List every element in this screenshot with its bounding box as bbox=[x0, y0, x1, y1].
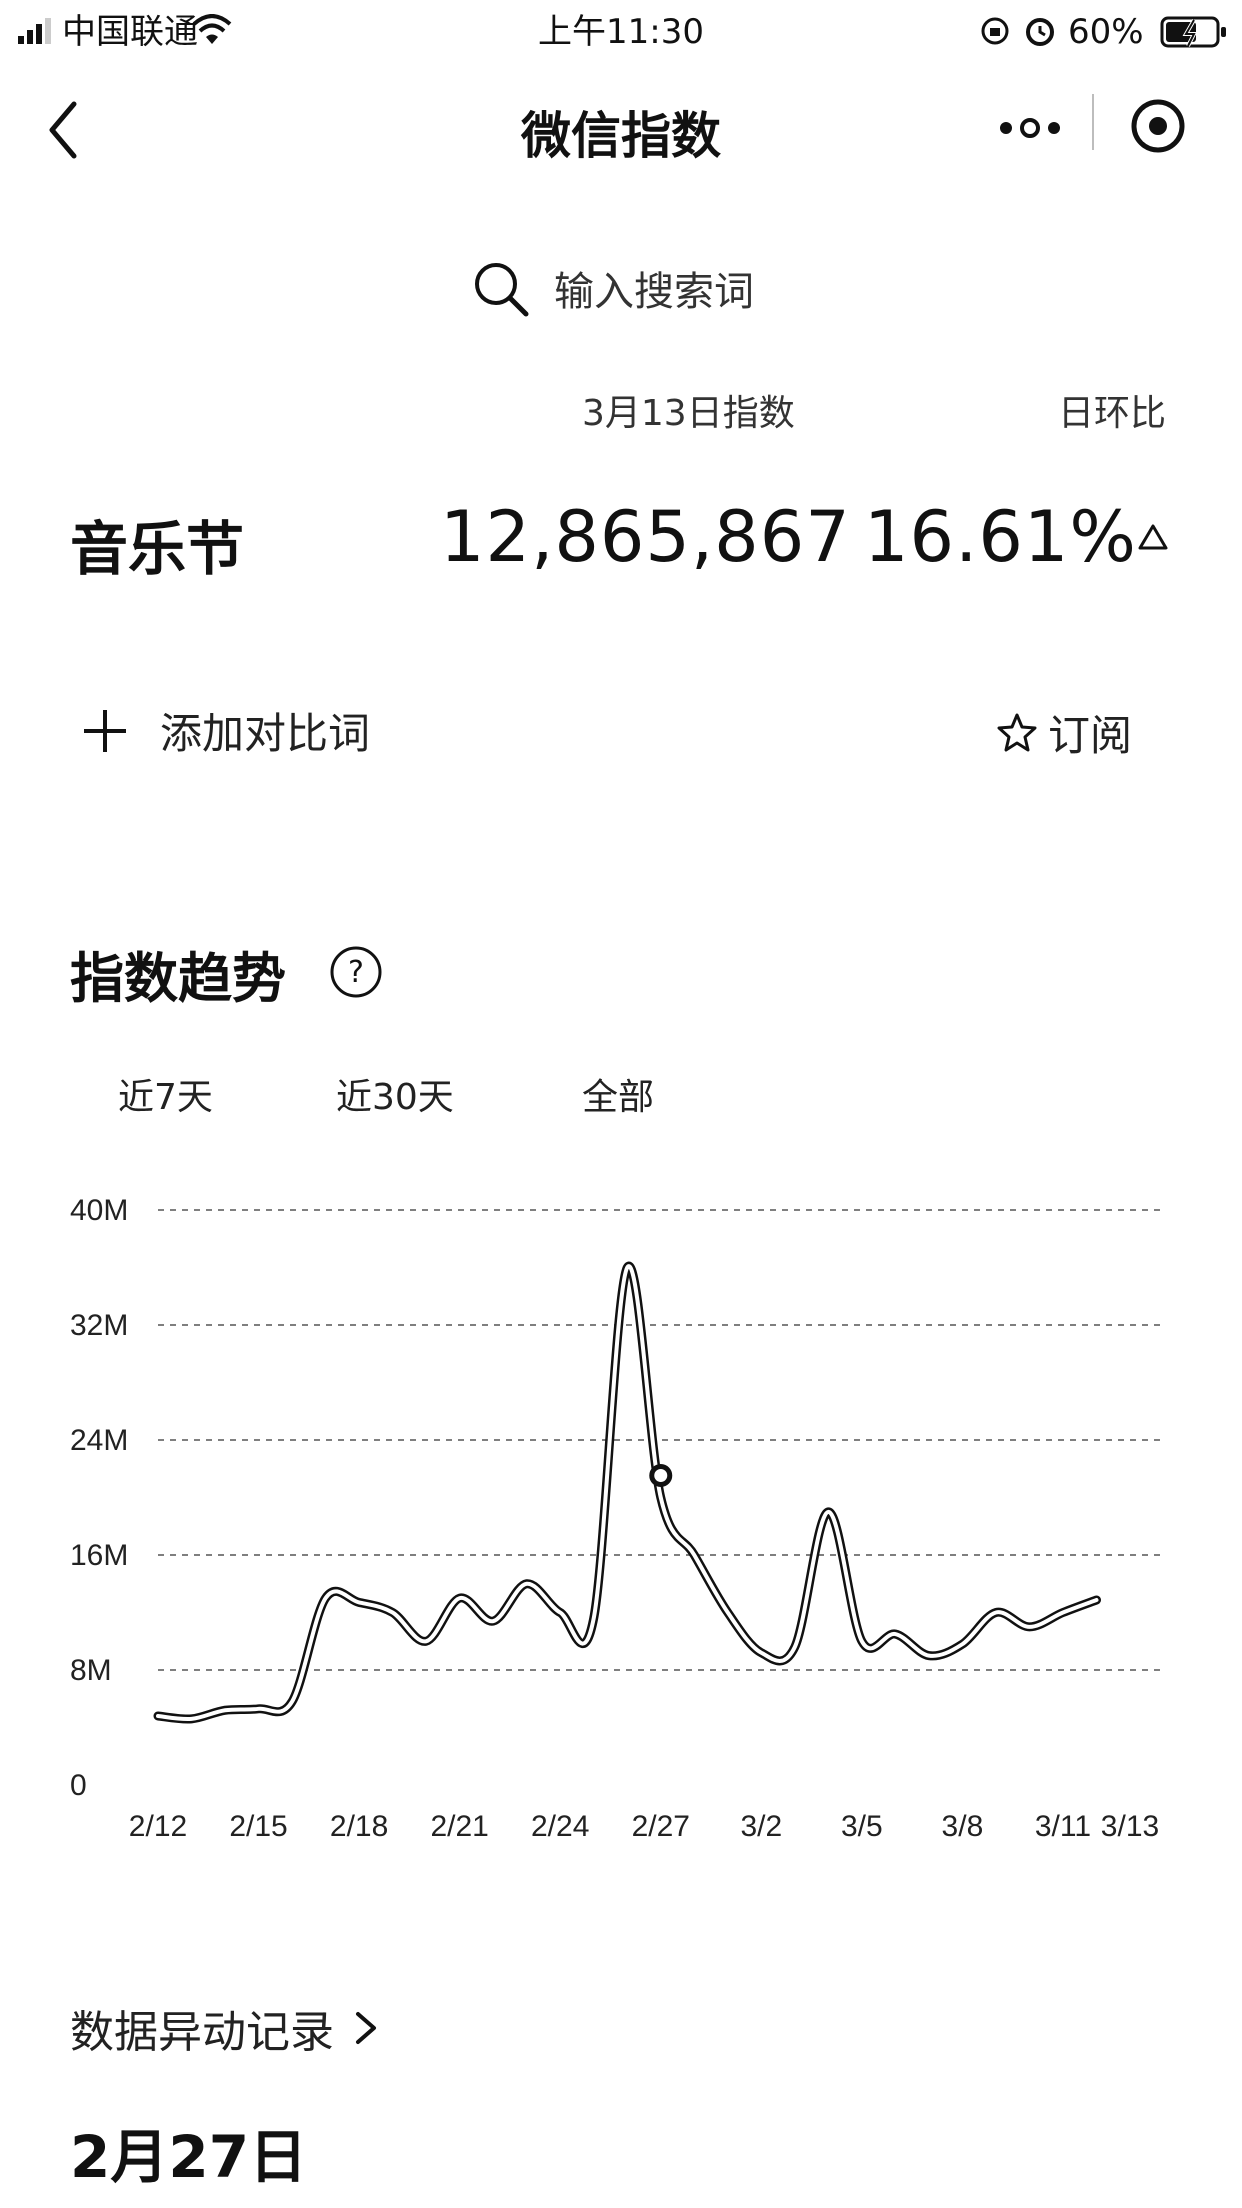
index-value: 12,865,867 bbox=[440, 496, 851, 578]
add-compare-label: 添加对比词 bbox=[160, 709, 371, 758]
data-point-3/8[interactable] bbox=[952, 1634, 972, 1654]
battery-charging-icon bbox=[1160, 16, 1226, 48]
data-point-2/12[interactable] bbox=[148, 1706, 168, 1726]
data-point-3/2[interactable] bbox=[751, 1643, 771, 1663]
trend-section-title: 指数趋势 bbox=[70, 947, 286, 1010]
y-tick-label: 32M bbox=[70, 1309, 128, 1342]
svg-text:?: ? bbox=[348, 955, 364, 990]
y-tick-label: 16M bbox=[70, 1539, 128, 1572]
more-options-icon[interactable] bbox=[996, 108, 1066, 148]
data-point-3/9[interactable] bbox=[986, 1603, 1006, 1623]
data-point-2/24[interactable] bbox=[550, 1603, 570, 1623]
x-tick-label: 3/13 bbox=[1101, 1810, 1159, 1843]
data-point-2/20[interactable] bbox=[416, 1631, 436, 1651]
data-point-3/6[interactable] bbox=[885, 1624, 905, 1644]
help-icon[interactable]: ? bbox=[328, 944, 384, 1000]
trend-up-triangle-icon bbox=[1138, 524, 1168, 550]
battery-percent: 60% bbox=[1068, 12, 1144, 52]
data-point-3/4[interactable] bbox=[818, 1502, 838, 1522]
data-point-3/12[interactable] bbox=[1086, 1590, 1106, 1610]
x-tick-label: 2/24 bbox=[531, 1810, 589, 1843]
search-placeholder: 输入搜索词 bbox=[554, 269, 754, 315]
search-icon bbox=[475, 263, 529, 317]
chevron-right-icon bbox=[356, 2012, 376, 2044]
data-point-2/17[interactable] bbox=[316, 1588, 336, 1608]
data-point-3/11[interactable] bbox=[1053, 1603, 1073, 1623]
daily-ratio-label: 日环比 bbox=[1058, 393, 1167, 434]
close-miniprogram-icon[interactable] bbox=[1128, 96, 1188, 156]
data-point-2/19[interactable] bbox=[383, 1603, 403, 1623]
y-tick-label: 0 bbox=[70, 1769, 87, 1802]
data-point-2/22[interactable] bbox=[483, 1611, 503, 1631]
tab-7-days[interactable]: 近7天 bbox=[118, 1068, 213, 1120]
data-point-2/26[interactable] bbox=[617, 1258, 637, 1278]
data-point-3/7[interactable] bbox=[919, 1646, 939, 1666]
add-compare-button[interactable]: 添加对比词 bbox=[80, 700, 370, 761]
anomaly-date: 2月27日 bbox=[70, 2123, 308, 2191]
data-point-3/10[interactable] bbox=[1019, 1617, 1039, 1637]
data-point-2/16[interactable] bbox=[282, 1692, 302, 1712]
x-tick-label: 2/12 bbox=[129, 1810, 187, 1843]
search-bar[interactable]: 输入搜索词 bbox=[470, 248, 754, 328]
orientation-lock-icon bbox=[981, 17, 1009, 45]
anomaly-record-link[interactable]: 数据异动记录 bbox=[70, 1996, 386, 2060]
data-point-2/15[interactable] bbox=[249, 1699, 269, 1719]
tab-30-days[interactable]: 近30天 bbox=[336, 1068, 454, 1120]
x-tick-label: 2/21 bbox=[430, 1810, 488, 1843]
data-point-2/18[interactable] bbox=[349, 1592, 369, 1612]
anomaly-record-label: 数据异动记录 bbox=[70, 2007, 334, 2058]
x-tick-label: 3/11 bbox=[1035, 1810, 1091, 1843]
data-point-2/28[interactable] bbox=[684, 1545, 704, 1565]
plus-icon bbox=[84, 709, 126, 752]
star-icon bbox=[997, 713, 1037, 751]
data-point-3/5[interactable] bbox=[852, 1631, 872, 1651]
data-point-2/14[interactable] bbox=[215, 1700, 235, 1720]
capsule-divider bbox=[1092, 94, 1094, 150]
status-bar: 中国联通 上午11:30 60% bbox=[0, 0, 1242, 64]
x-tick-label: 3/8 bbox=[942, 1810, 984, 1843]
x-tick-label: 2/27 bbox=[632, 1810, 690, 1843]
highlight-point-marker[interactable] bbox=[649, 1464, 673, 1487]
data-point-2/13[interactable] bbox=[182, 1709, 202, 1729]
alarm-icon bbox=[1026, 18, 1054, 46]
tab-all[interactable]: 全部 bbox=[582, 1068, 654, 1120]
keyword: 音乐节 bbox=[70, 515, 245, 583]
data-point-3/1[interactable] bbox=[718, 1603, 738, 1623]
data-point-3/3[interactable] bbox=[785, 1637, 805, 1657]
y-tick-label: 8M bbox=[70, 1654, 112, 1687]
x-tick-label: 2/15 bbox=[229, 1810, 287, 1843]
index-date-label: 3月13日指数 bbox=[582, 393, 795, 434]
data-point-2/25[interactable] bbox=[584, 1608, 604, 1628]
subscribe-button[interactable]: 订阅 bbox=[996, 702, 1132, 763]
data-point-2/23[interactable] bbox=[517, 1574, 537, 1594]
x-tick-label: 3/5 bbox=[841, 1810, 883, 1843]
trend-chart[interactable]: 0 8M 16M 24M 32M 40M 2/12 2/15 2/18 2/21 2/24 2/27 3… bbox=[0, 1170, 1242, 1850]
x-tick-label: 2/18 bbox=[330, 1810, 388, 1843]
data-point-2/27[interactable] bbox=[651, 1488, 671, 1508]
nav-bar: 微信指数 bbox=[0, 64, 1242, 194]
y-tick-label: 24M bbox=[70, 1424, 128, 1457]
x-tick-label: 3/2 bbox=[740, 1810, 782, 1843]
daily-ratio-value: 16.61% bbox=[864, 496, 1137, 578]
subscribe-label: 订阅 bbox=[1048, 711, 1133, 760]
data-point-2/21[interactable] bbox=[450, 1588, 470, 1608]
y-tick-label: 40M bbox=[70, 1194, 128, 1227]
